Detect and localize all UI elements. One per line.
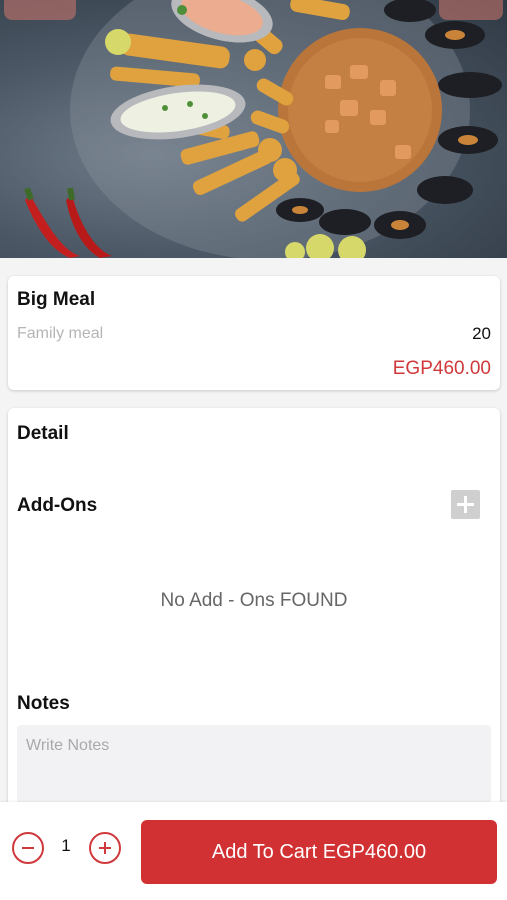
back-button[interactable]	[4, 0, 76, 20]
addons-empty-message: No Add - Ons FOUND	[160, 590, 348, 611]
product-image	[0, 0, 507, 258]
product-name: Big Meal	[17, 289, 96, 310]
cart-icon-button[interactable]	[439, 0, 503, 20]
product-count: 20	[472, 324, 491, 343]
add-addon-button[interactable]	[451, 490, 480, 519]
detail-heading: Detail	[17, 423, 69, 444]
detail-card: Detail Add-Ons No Add - Ons FOUND Notes	[8, 408, 500, 828]
addons-heading: Add-Ons	[17, 495, 98, 516]
decrease-quantity-button[interactable]	[12, 832, 44, 864]
add-to-cart-button[interactable]: Add To Cart EGP460.00	[141, 820, 497, 884]
bottom-bar: 1 Add To Cart EGP460.00	[0, 802, 507, 900]
quantity-value: 1	[61, 836, 71, 855]
product-category: Family meal	[17, 325, 104, 342]
increase-quantity-button[interactable]	[89, 832, 121, 864]
notes-heading: Notes	[17, 693, 70, 714]
product-price: EGP460.00	[392, 358, 491, 379]
product-info-card: Big Meal Family meal 20 EGP460.00	[8, 276, 500, 390]
